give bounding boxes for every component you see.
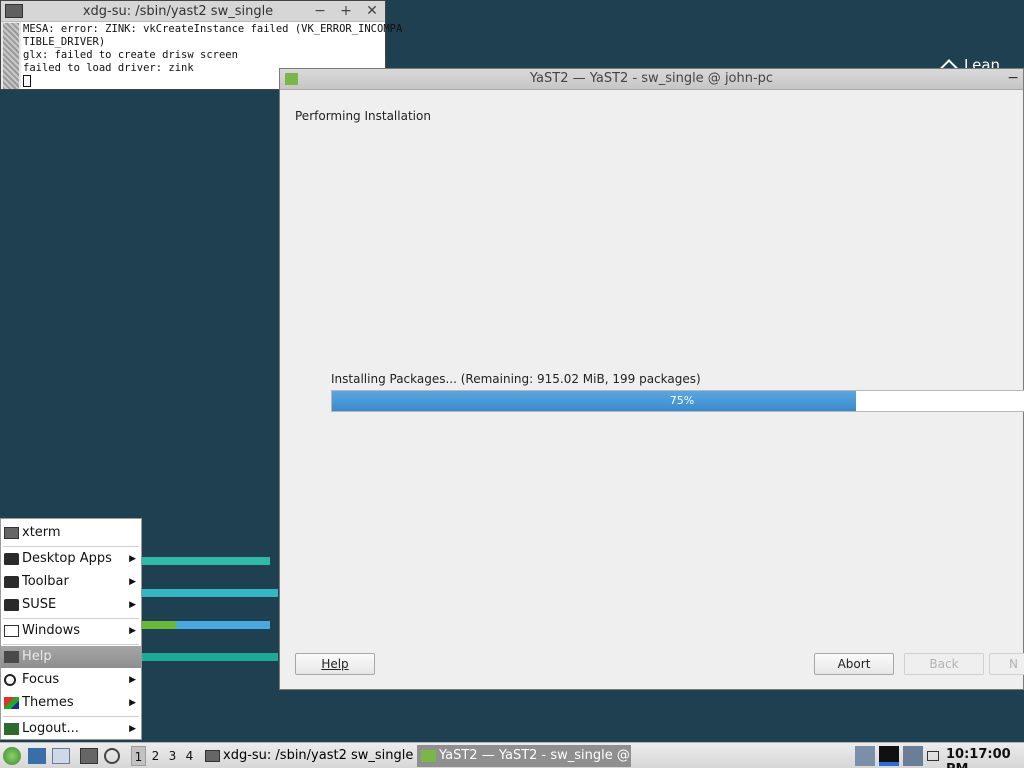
help-icon <box>4 651 19 663</box>
yast-app-icon <box>421 750 436 762</box>
back-button-label: Back <box>929 657 959 671</box>
file-manager-icon[interactable] <box>28 748 46 764</box>
menu-item-toolbar[interactable]: Toolbar ▶ <box>1 571 141 593</box>
back-button[interactable]: Back <box>904 653 984 675</box>
menu-separator <box>3 716 139 717</box>
background-bar <box>140 621 270 629</box>
submenu-arrow-icon: ▶ <box>129 626 136 636</box>
close-button[interactable]: ✕ <box>363 2 381 20</box>
submenu-arrow-icon: ▶ <box>129 698 136 708</box>
terminal-icon[interactable] <box>80 748 98 764</box>
folder-icon <box>4 599 19 611</box>
progress-label: Installing Packages... (Remaining: 915.0… <box>331 372 701 386</box>
focus-icon <box>4 674 16 686</box>
background-bar <box>140 653 278 661</box>
submenu-arrow-icon: ▶ <box>129 577 136 587</box>
submenu-arrow-icon: ▶ <box>129 724 136 734</box>
menu-separator <box>3 644 139 645</box>
desktop-switch-3[interactable]: 3 <box>165 746 180 766</box>
power-icon[interactable] <box>104 748 120 764</box>
menu-item-label: Themes <box>22 695 74 710</box>
terminal-icon <box>5 4 23 18</box>
task-label: YaST2 — YaST2 - sw_single @... <box>439 748 631 763</box>
browser-icon[interactable] <box>52 748 70 764</box>
menu-separator <box>3 546 139 547</box>
desktop-switch-2[interactable]: 2 <box>148 746 163 766</box>
maximize-button[interactable]: + <box>337 2 355 20</box>
xterm-titlebar[interactable]: xdg-su: /sbin/yast2 sw_single − + ✕ <box>1 1 385 22</box>
workspace-pager-1[interactable] <box>855 746 875 766</box>
task-button-yast[interactable]: YaST2 — YaST2 - sw_single @... <box>417 745 631 767</box>
background-bar <box>140 557 270 565</box>
windows-icon <box>4 625 19 637</box>
menu-item-label: Windows <box>22 623 81 638</box>
yast-window[interactable]: YaST2 — YaST2 - sw_single @ john-pc − Pe… <box>279 68 1024 690</box>
taskbar: 1 2 3 4 xdg-su: /sbin/yast2 sw_single Ya… <box>0 742 1024 768</box>
themes-icon <box>4 697 19 709</box>
menu-item-label: Help <box>22 649 52 664</box>
menu-item-label: SUSE <box>22 597 57 612</box>
start-menu[interactable]: xterm Desktop Apps ▶ Toolbar ▶ SUSE ▶ Wi… <box>0 518 142 740</box>
yast-title: YaST2 — YaST2 - sw_single @ john-pc <box>529 71 774 86</box>
start-menu-button[interactable] <box>3 747 21 765</box>
folder-icon <box>4 553 19 565</box>
folder-icon <box>4 576 19 588</box>
terminal-icon <box>205 750 220 762</box>
next-button[interactable]: N <box>989 653 1024 675</box>
help-button[interactable]: Help <box>295 653 375 675</box>
next-button-label: N <box>1009 657 1018 671</box>
minimize-button[interactable]: − <box>311 2 329 20</box>
menu-item-label: Focus <box>22 672 60 687</box>
desktop-switch-4[interactable]: 4 <box>182 746 197 766</box>
menu-item-label: Logout... <box>22 721 79 736</box>
install-progress-bar: 75% <box>331 390 1024 412</box>
menu-item-focus[interactable]: Focus ▶ <box>1 669 141 691</box>
help-button-label: Help <box>321 657 349 671</box>
clock[interactable]: 10:17:00 PM <box>946 747 1024 768</box>
terminal-icon <box>4 527 19 539</box>
submenu-arrow-icon: ▶ <box>129 600 136 610</box>
menu-item-themes[interactable]: Themes ▶ <box>1 692 141 714</box>
terminal-line: glx: failed to create drisw screen <box>23 49 238 61</box>
abort-button[interactable]: Abort <box>814 653 894 675</box>
background-bar <box>140 589 278 597</box>
terminal-line: TIBLE_DRIVER) <box>23 36 106 48</box>
menu-item-suse[interactable]: SUSE ▶ <box>1 594 141 616</box>
task-label: xdg-su: /sbin/yast2 sw_single <box>223 748 413 763</box>
terminal-line: MESA: error: ZINK: vkCreateInstance fail… <box>23 23 403 35</box>
mail-icon[interactable] <box>927 751 939 761</box>
menu-item-logout[interactable]: Logout... ▶ <box>1 718 141 740</box>
terminal-cursor <box>23 75 31 87</box>
xterm-scrollbar[interactable] <box>3 23 19 89</box>
page-title: Performing Installation <box>295 109 431 123</box>
xterm-title: xdg-su: /sbin/yast2 sw_single <box>82 4 274 19</box>
yast-titlebar[interactable]: YaST2 — YaST2 - sw_single @ john-pc − <box>280 69 1023 90</box>
submenu-arrow-icon: ▶ <box>129 554 136 564</box>
menu-item-label: Desktop Apps <box>22 551 112 566</box>
workspace-pager-3[interactable] <box>903 746 923 766</box>
task-button-xterm[interactable]: xdg-su: /sbin/yast2 sw_single <box>201 745 413 767</box>
submenu-arrow-icon: ▶ <box>129 675 136 685</box>
menu-item-help[interactable]: Help <box>1 646 141 668</box>
menu-item-xterm[interactable]: xterm <box>1 522 141 544</box>
workspace-pager-2[interactable] <box>879 746 899 766</box>
desktop-switch-1[interactable]: 1 <box>131 746 146 766</box>
minimize-button[interactable]: − <box>1007 70 1019 86</box>
menu-item-label: Toolbar <box>22 574 69 589</box>
menu-item-label: xterm <box>22 525 61 540</box>
logout-icon <box>4 723 19 735</box>
menu-separator <box>3 618 139 619</box>
menu-item-windows[interactable]: Windows ▶ <box>1 620 141 642</box>
progress-percent: 75% <box>669 394 695 407</box>
abort-button-label: Abort <box>837 657 871 671</box>
menu-item-desktop-apps[interactable]: Desktop Apps ▶ <box>1 548 141 570</box>
